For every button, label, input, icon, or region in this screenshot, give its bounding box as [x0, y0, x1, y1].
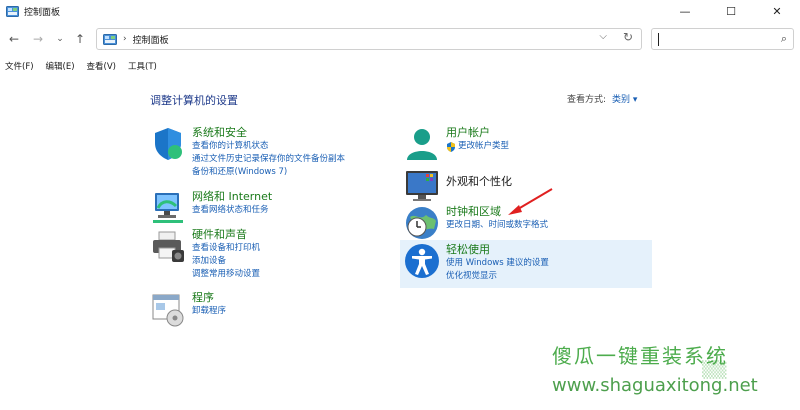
- link-view-status[interactable]: 查看你的计算机状态: [192, 140, 345, 153]
- printer-icon: [153, 231, 184, 262]
- category-programs: 程序 卸载程序: [150, 291, 226, 327]
- search-input[interactable]: ⌕: [651, 28, 794, 50]
- link-mobility-settings[interactable]: 调整常用移动设置: [192, 268, 260, 281]
- category-title[interactable]: 网络和 Internet: [192, 190, 272, 204]
- window-controls: — ☐ ✕: [662, 0, 800, 22]
- maximize-button[interactable]: ☐: [708, 0, 754, 22]
- link-add-device[interactable]: 添加设备: [192, 255, 260, 268]
- category-title[interactable]: 外观和个性化: [446, 175, 512, 189]
- breadcrumb-separator: ›: [123, 34, 127, 44]
- search-icon[interactable]: ⌕: [781, 32, 787, 46]
- category-appearance: 外观和个性化: [404, 168, 512, 204]
- watermark-title: 傻瓜一键重装系统: [552, 344, 728, 368]
- category-ease-of-access: 轻松使用 使用 Windows 建议的设置 优化视觉显示: [404, 243, 549, 283]
- forward-button[interactable]: →: [30, 29, 46, 49]
- watermark: ▒▒ 傻瓜一键重装系统 www.shaguaxitong.net: [552, 340, 792, 396]
- window-title: 控制面板: [24, 7, 61, 18]
- uac-shield-icon: [447, 141, 455, 152]
- minimize-button[interactable]: —: [662, 0, 708, 22]
- user-icon: [407, 129, 437, 160]
- link-optimize-display[interactable]: 优化视觉显示: [446, 270, 549, 283]
- control-panel-icon: [103, 33, 117, 45]
- menu-file[interactable]: 文件(F): [5, 60, 34, 76]
- category-system-security: 系统和安全 查看你的计算机状态 通过文件历史记录保存你的文件备份副本 备份和还原…: [150, 126, 345, 179]
- recent-locations-button[interactable]: ⌄: [52, 29, 68, 49]
- link-devices-printers[interactable]: 查看设备和打印机: [192, 242, 260, 255]
- link-backup-restore[interactable]: 备份和还原(Windows 7): [192, 166, 345, 179]
- menu-view[interactable]: 查看(V): [87, 60, 116, 76]
- text-caret: [658, 33, 659, 46]
- back-button[interactable]: ←: [6, 29, 22, 49]
- chevron-down-icon[interactable]: ⌵: [599, 31, 607, 42]
- programs-icon: [152, 294, 184, 327]
- shield-icon: [155, 128, 182, 160]
- address-row: ← → ⌄ ↑ › 控制面板 ⌵ ↻ ⌕: [0, 26, 800, 52]
- accessibility-icon: [405, 244, 439, 278]
- category-title[interactable]: 用户帐户: [446, 126, 509, 140]
- network-icon: [153, 193, 183, 223]
- clock-icon: [406, 207, 438, 239]
- link-change-date-time[interactable]: 更改日期、时间或数字格式: [446, 219, 548, 232]
- page-title: 调整计算机的设置: [150, 94, 238, 107]
- category-title[interactable]: 轻松使用: [446, 243, 549, 257]
- view-by: 查看方式: 类别 ▾: [567, 92, 637, 105]
- category-network: 网络和 Internet 查看网络状态和任务: [150, 190, 272, 226]
- link-uninstall-program[interactable]: 卸载程序: [192, 305, 226, 318]
- category-user-accounts: 用户帐户 更改帐户类型: [404, 126, 509, 162]
- address-bar[interactable]: › 控制面板 ⌵ ↻: [96, 28, 642, 50]
- link-file-history[interactable]: 通过文件历史记录保存你的文件备份副本: [192, 153, 345, 166]
- link-recommended-settings[interactable]: 使用 Windows 建议的设置: [446, 257, 549, 270]
- view-by-label: 查看方式:: [567, 95, 607, 105]
- view-by-dropdown[interactable]: 类别 ▾: [612, 95, 637, 105]
- appearance-icon: [406, 171, 438, 201]
- link-change-account-type[interactable]: 更改帐户类型: [458, 140, 509, 153]
- watermark-url: www.shaguaxitong.net: [552, 375, 758, 396]
- red-arrow-annotation: [508, 188, 553, 215]
- menu-tools[interactable]: 工具(T): [128, 60, 157, 76]
- category-title[interactable]: 程序: [192, 291, 226, 305]
- breadcrumb-control-panel[interactable]: 控制面板: [133, 33, 169, 46]
- up-button[interactable]: ↑: [72, 29, 88, 49]
- close-button[interactable]: ✕: [754, 0, 800, 22]
- menu-edit[interactable]: 编辑(E): [46, 60, 75, 76]
- category-title[interactable]: 硬件和声音: [192, 228, 260, 242]
- control-panel-icon: [6, 5, 19, 17]
- category-hardware-sound: 硬件和声音 查看设备和打印机 添加设备 调整常用移动设置: [150, 228, 260, 281]
- category-title[interactable]: 系统和安全: [192, 126, 345, 140]
- menu-bar: 文件(F) 编辑(E) 查看(V) 工具(T): [0, 60, 157, 76]
- link-network-status[interactable]: 查看网络状态和任务: [192, 204, 272, 217]
- refresh-icon[interactable]: ↻: [623, 30, 633, 44]
- title-bar: 控制面板 — ☐ ✕: [0, 0, 800, 22]
